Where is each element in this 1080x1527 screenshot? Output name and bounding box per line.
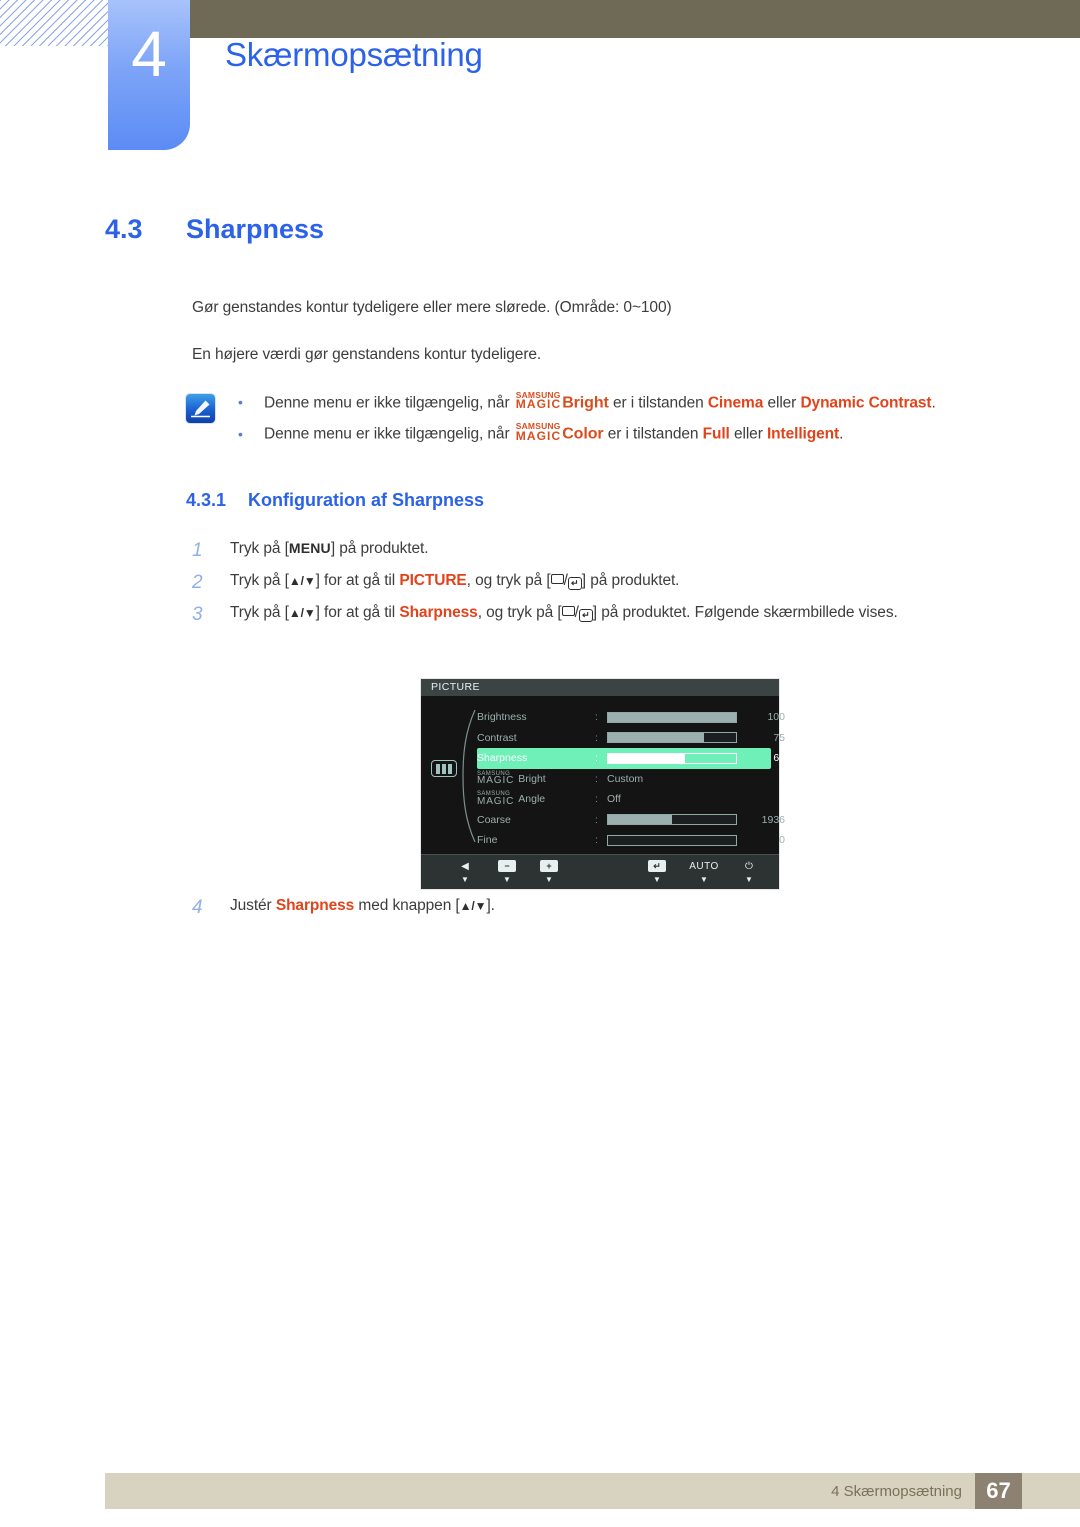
- samsung-magic-logo: SAMSUNG MAGIC: [515, 421, 562, 443]
- down-triangle-icon: ▼: [653, 875, 661, 884]
- osd-row-label: SAMSUNG MAGIC Angle: [477, 791, 546, 807]
- enter-button[interactable]: ↵ ▼: [641, 860, 673, 884]
- auto-button[interactable]: AUTO ▼: [683, 860, 725, 884]
- samsung-magic-logo: SAMSUNG MAGIC: [515, 390, 562, 412]
- enter-icon: ↵: [641, 860, 673, 873]
- osd-row-fine[interactable]: Fine : 0: [477, 830, 785, 851]
- osd-row-label: SAMSUNG MAGIC Bright: [477, 770, 546, 787]
- osd-row-value: 60: [773, 752, 785, 765]
- samsung-magic-logo: SAMSUNG MAGIC: [477, 770, 515, 787]
- osd-row-brightness[interactable]: Brightness : 100: [477, 707, 785, 728]
- down-triangle-icon: ▼: [745, 875, 753, 884]
- osd-slider[interactable]: [607, 814, 737, 826]
- section-paragraph-2: En højere værdi gør genstandens kontur t…: [192, 346, 542, 363]
- footer-chapter-label: 4 Skærmopsætning: [831, 1483, 962, 1500]
- osd-row-magicbright[interactable]: SAMSUNG MAGIC Bright : Custom: [477, 769, 771, 790]
- section-number: 4.3: [105, 214, 143, 244]
- step-number: 4: [192, 897, 203, 918]
- picture-bars-icon: [431, 760, 457, 777]
- down-triangle-icon: ▼: [700, 875, 708, 884]
- note-list: • Denne menu er ikke tilgængelig, når SA…: [238, 390, 1028, 454]
- osd-row-value: 1936: [761, 813, 785, 826]
- chapter-number: 4: [131, 18, 167, 90]
- osd-row-label: Brightness: [477, 711, 527, 724]
- osd-row-value: 75: [773, 731, 785, 744]
- step-text: Tryk på [▲/▼] for at gå til PICTURE, og …: [230, 572, 680, 590]
- osd-button-bar: ◀ ▼ − ▼ + ▼ ↵ ▼ AUTO ▼ ⏻ ▼: [421, 854, 779, 889]
- minus-button[interactable]: − ▼: [491, 860, 523, 884]
- osd-row-sharpness[interactable]: Sharpness : 60: [477, 748, 785, 769]
- step-number: 3: [192, 604, 203, 625]
- updown-arrows-icon: ▲/▼: [459, 899, 487, 913]
- step-text: Tryk på [▲/▼] for at gå til Sharpness, o…: [230, 604, 898, 622]
- chapter-tab: 4: [108, 0, 190, 150]
- step-1: 1 Tryk på [MENU] på produktet.: [192, 540, 429, 561]
- note-item: • Denne menu er ikke tilgængelig, når SA…: [238, 422, 1028, 443]
- updown-arrows-icon: ▲/▼: [288, 574, 316, 588]
- note-item-text: Denne menu er ikke tilgængelig, når SAMS…: [264, 421, 844, 443]
- minus-icon: −: [491, 860, 523, 873]
- step-number: 2: [192, 572, 203, 593]
- plus-button[interactable]: + ▼: [533, 860, 565, 884]
- osd-row-label: Fine: [477, 834, 498, 847]
- down-triangle-icon: ▼: [461, 875, 469, 884]
- note-item-text: Denne menu er ikke tilgængelig, når SAMS…: [264, 390, 936, 412]
- menu-key-label: MENU: [288, 540, 331, 556]
- osd-row-value: Off: [607, 793, 621, 806]
- source-box-icon: [561, 606, 575, 616]
- down-triangle-icon: ▼: [545, 875, 553, 884]
- osd-slider[interactable]: [607, 834, 737, 846]
- subsection-number: 4.3.1: [186, 490, 227, 510]
- osd-row-label: Sharpness: [477, 752, 528, 765]
- osd-slider[interactable]: [607, 732, 737, 744]
- bullet-icon: •: [238, 425, 243, 442]
- step-2: 2 Tryk på [▲/▼] for at gå til PICTURE, o…: [192, 572, 680, 593]
- osd-row-coarse[interactable]: Coarse : 1936: [477, 810, 785, 831]
- osd-body: Brightness : 100 Contrast : 75 Sharpness…: [421, 696, 785, 856]
- note-pencil-icon: [186, 394, 215, 423]
- osd-menu-list: Brightness : 100 Contrast : 75 Sharpness…: [477, 707, 785, 851]
- section-title: Sharpness: [186, 214, 325, 244]
- page-number: 67: [975, 1473, 1022, 1509]
- note-item: • Denne menu er ikke tilgængelig, når SA…: [238, 390, 1028, 412]
- back-button[interactable]: ◀ ▼: [449, 860, 481, 884]
- auto-label: AUTO: [689, 861, 719, 872]
- step-text: Tryk på [MENU] på produktet.: [230, 540, 429, 557]
- osd-row-label: Contrast: [477, 731, 517, 744]
- osd-slider[interactable]: [607, 752, 737, 764]
- updown-arrows-icon: ▲/▼: [288, 606, 316, 620]
- osd-row-value: Custom: [607, 772, 644, 785]
- power-button[interactable]: ⏻ ▼: [733, 860, 765, 884]
- section-paragraph-1: Gør genstandes kontur tydeligere eller m…: [192, 299, 672, 316]
- step-number: 1: [192, 540, 203, 561]
- step-4: 4 Justér Sharpness med knappen [▲/▼].: [192, 897, 495, 918]
- subsection-title: Konfiguration af Sharpness: [248, 490, 485, 510]
- osd-brace-decoration: [462, 710, 476, 842]
- samsung-magic-logo: SAMSUNG MAGIC: [477, 791, 515, 807]
- power-icon: ⏻: [745, 861, 753, 872]
- osd-title: PICTURE: [421, 679, 779, 696]
- enter-key-icon: ↵: [567, 577, 582, 590]
- chapter-title: Skærmopsætning: [225, 36, 483, 73]
- osd-row-value: 100: [767, 711, 785, 724]
- osd-row-contrast[interactable]: Contrast : 75: [477, 728, 785, 749]
- source-box-icon: [550, 574, 564, 584]
- osd-row-value: 0: [779, 834, 785, 847]
- step-3: 3 Tryk på [▲/▼] for at gå til Sharpness,…: [192, 604, 992, 625]
- back-arrow-icon: ◀: [461, 861, 469, 872]
- osd-row-magicangle[interactable]: SAMSUNG MAGIC Angle : Off: [477, 789, 771, 810]
- header-olive-bar: [190, 0, 1080, 38]
- enter-key-icon: ↵: [578, 609, 593, 622]
- osd-screenshot: PICTURE Brightness : 100 Contrast : 75 S…: [420, 678, 785, 890]
- bullet-icon: •: [238, 394, 243, 411]
- osd-row-label: Coarse: [477, 813, 511, 826]
- down-triangle-icon: ▼: [503, 875, 511, 884]
- decorative-hatch-pattern: [0, 0, 108, 46]
- step-text: Justér Sharpness med knappen [▲/▼].: [230, 897, 495, 914]
- plus-icon: +: [533, 860, 565, 873]
- osd-slider[interactable]: [607, 711, 737, 723]
